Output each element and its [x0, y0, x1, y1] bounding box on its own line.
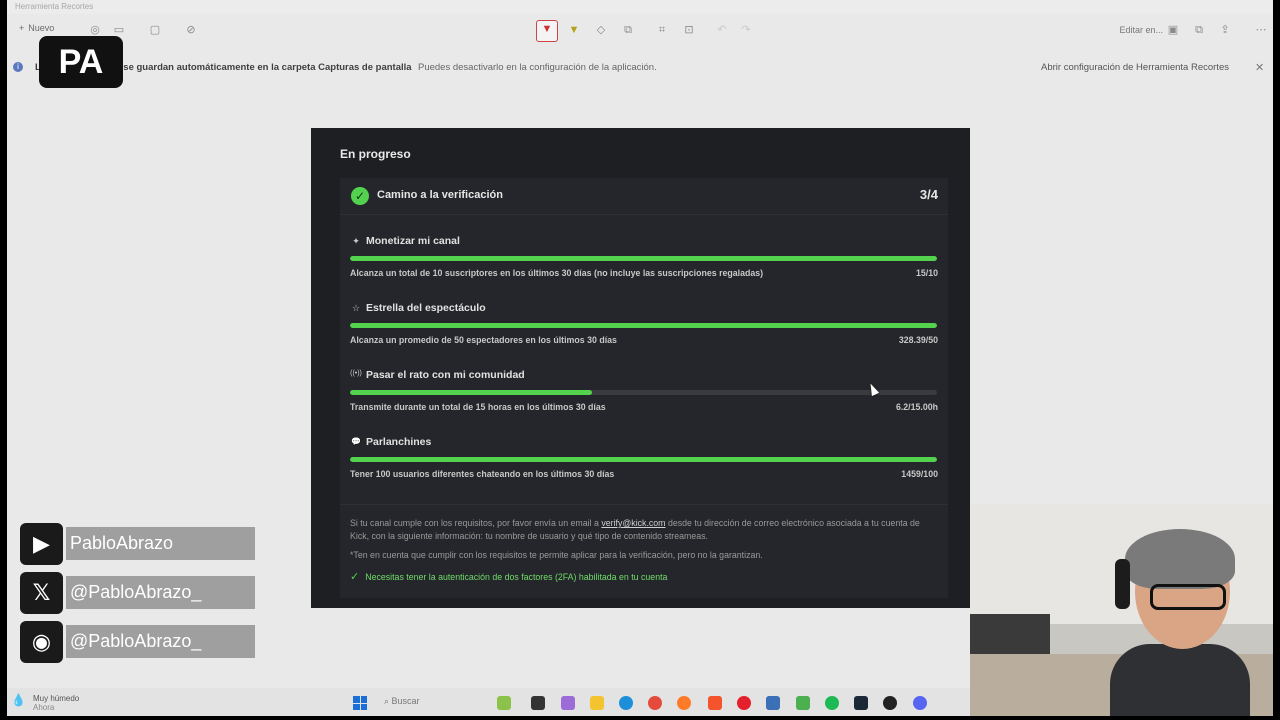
firefox-icon[interactable]: [677, 696, 691, 710]
progress-bar: [350, 457, 937, 462]
brave-icon[interactable]: [708, 696, 722, 710]
rectangle-mode-icon[interactable]: ▢: [147, 22, 163, 38]
social-handle: @PabloAbrazo_: [66, 576, 255, 609]
new-button[interactable]: + Nuevo: [19, 23, 54, 33]
pen-icon[interactable]: ▼: [536, 20, 558, 42]
progress-bar: [350, 390, 937, 395]
requirement-title: Monetizar mi canal: [366, 235, 460, 247]
window-title: Herramienta Recortes: [7, 0, 1273, 14]
app-icon[interactable]: [497, 696, 511, 710]
check-icon: ✓: [350, 571, 360, 583]
app-icon[interactable]: [766, 696, 780, 710]
plus-icon: +: [19, 23, 25, 33]
requirement-monetize: ✦ Monetizar mi canal Alcanza un total de…: [350, 235, 938, 296]
requirement-title: Parlanchines: [366, 436, 432, 448]
requirement-title: Estrella del espectáculo: [366, 302, 486, 314]
file-explorer-icon[interactable]: [590, 696, 604, 710]
eraser-icon[interactable]: ◇: [593, 22, 609, 38]
card-title: Camino a la verificación: [377, 189, 503, 201]
humidity-icon: 💧: [11, 693, 26, 707]
discord-taskbar-icon[interactable]: [913, 696, 927, 710]
verification-disclaimer: *Ten en cuenta que cumplir con los requi…: [350, 550, 763, 560]
progress-fill: [350, 256, 937, 261]
app-icon[interactable]: [561, 696, 575, 710]
open-settings-link[interactable]: Abrir configuración de Herramienta Recor…: [1041, 56, 1229, 80]
progress-bar: [350, 256, 937, 261]
channel-logo: PA: [39, 36, 123, 88]
opera-icon[interactable]: [737, 696, 751, 710]
save-icon[interactable]: ▣: [1165, 22, 1181, 38]
requirement-desc: Alcanza un total de 10 suscriptores en l…: [350, 268, 764, 278]
requirement-value: 15/10: [915, 268, 938, 278]
verified-badge-icon: ✓: [351, 187, 369, 205]
app-icon[interactable]: [796, 696, 810, 710]
requirement-desc: Tener 100 usuarios diferentes chateando …: [350, 469, 615, 479]
text-actions-icon[interactable]: ⊡: [681, 22, 697, 38]
requirement-hangout: ((•)) Pasar el rato con mi comunidad Tra…: [350, 369, 938, 430]
info-icon: i: [13, 62, 23, 72]
crop-icon[interactable]: ⌗: [654, 22, 670, 38]
divider: [340, 504, 948, 505]
app-icon[interactable]: [883, 696, 897, 710]
close-icon[interactable]: ✕: [1255, 56, 1264, 80]
taskbar: 💧 Muy húmedo Ahora ⌕ Buscar: [7, 688, 970, 718]
info-bar: i Lalla se guardan automáticamente en la…: [7, 56, 1273, 80]
requirement-chatters: 💬 Parlanchines Tener 100 usuarios difere…: [350, 436, 938, 497]
requirement-desc: Transmite durante un total de 15 horas e…: [350, 402, 606, 412]
requirement-value: 328.39/50: [898, 335, 938, 345]
shapes-icon[interactable]: ⧉: [620, 22, 636, 38]
steam-icon[interactable]: [854, 696, 868, 710]
start-button[interactable]: [353, 696, 367, 710]
requirement-value: 1459/100: [901, 469, 938, 479]
panel-title: En progreso: [340, 147, 411, 161]
star-icon: ☆: [351, 303, 361, 313]
discord-icon: ◉: [20, 621, 63, 663]
webcam-feed: [970, 504, 1273, 716]
chat-icon: 💬: [351, 437, 361, 446]
taskbar-search[interactable]: ⌕ Buscar: [384, 696, 420, 707]
verification-panel: En progreso ✓ Camino a la verificación 3…: [311, 128, 970, 608]
requirement-title: Pasar el rato con mi comunidad: [366, 369, 525, 381]
streamer-image: [1110, 529, 1250, 716]
progress-fill: [350, 323, 937, 328]
edit-in-button[interactable]: Editar en...: [1119, 25, 1163, 35]
delay-icon[interactable]: ⊘: [183, 22, 199, 38]
youtube-icon: ▶: [20, 523, 63, 565]
toolbar: + Nuevo ◎ ▭ ▢ ⊘ ▼ ▼ ◇ ⧉ ⌗ ⊡ ↶ ↷ Editar e…: [7, 14, 1273, 48]
social-youtube: ▶ PabloAbrazo: [20, 523, 255, 565]
undo-icon[interactable]: ↶: [714, 22, 730, 38]
verify-email-link[interactable]: verify@kick.com: [601, 518, 665, 528]
requirement-desc: Alcanza un promedio de 50 espectadores e…: [350, 335, 617, 345]
progress-fill: [350, 457, 937, 462]
requirement-star: ☆ Estrella del espectáculo Alcanza un pr…: [350, 302, 938, 363]
app-icon[interactable]: [531, 696, 545, 710]
spotify-icon[interactable]: [825, 696, 839, 710]
verification-card: ✓ Camino a la verificación 3/4 ✦ Monetiz…: [340, 178, 948, 598]
broadcast-icon: ((•)): [350, 370, 362, 377]
sparkle-icon: ✦: [352, 236, 360, 246]
share-icon[interactable]: ⇪: [1217, 22, 1233, 38]
verification-note: Si tu canal cumple con los requisitos, p…: [350, 518, 920, 541]
more-icon[interactable]: ⋯: [1253, 22, 1269, 38]
progress-bar: [350, 323, 937, 328]
card-header: ✓ Camino a la verificación 3/4: [340, 178, 948, 215]
info-sub: Puedes desactivarlo en la configuración …: [418, 62, 657, 73]
weather-widget[interactable]: 💧 Muy húmedo Ahora: [11, 694, 79, 712]
highlighter-icon[interactable]: ▼: [566, 22, 582, 38]
requirement-value: 6.2/15.00h: [895, 402, 938, 412]
progress-fill: [350, 390, 593, 395]
edge-icon[interactable]: [619, 696, 633, 710]
copy-icon[interactable]: ⧉: [1191, 22, 1207, 38]
social-handle: @PabloAbrazo_: [66, 625, 255, 658]
x-icon: 𝕏: [20, 572, 63, 614]
new-label: Nuevo: [28, 23, 55, 33]
card-count: 3/4: [919, 187, 938, 202]
social-discord: ◉ @PabloAbrazo_: [20, 621, 255, 663]
social-handle: PabloAbrazo: [66, 527, 255, 560]
redo-icon[interactable]: ↷: [738, 22, 754, 38]
chrome-icon[interactable]: [648, 696, 662, 710]
social-x: 𝕏 @PabloAbrazo_: [20, 572, 255, 614]
twofa-requirement: ✓ Necesitas tener la autenticación de dos…: [350, 571, 668, 583]
